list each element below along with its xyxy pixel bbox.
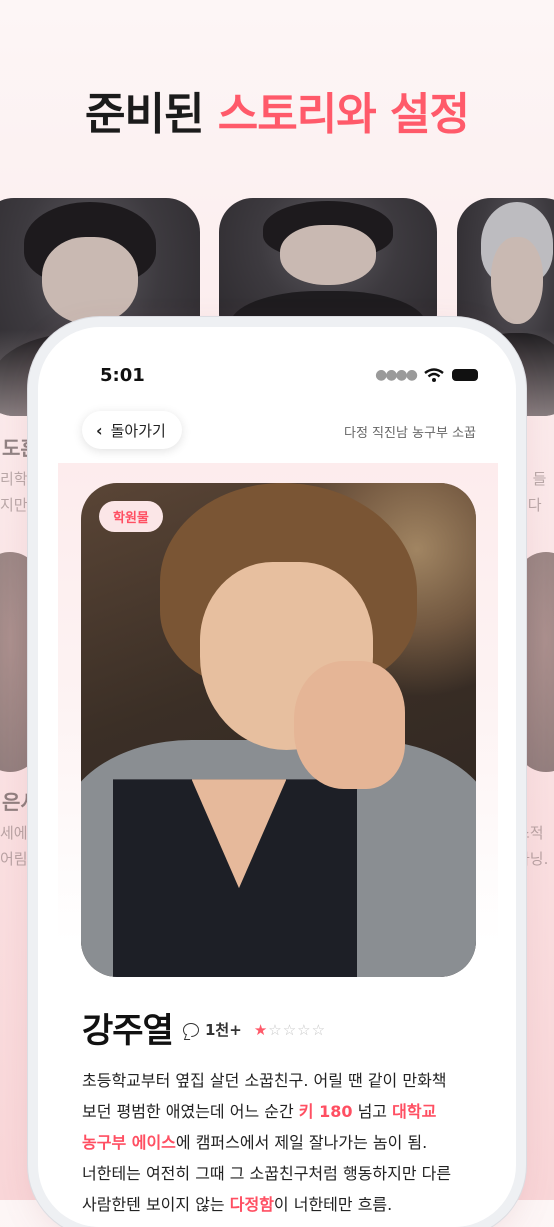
cell-signal-icon: ●●●● bbox=[375, 367, 418, 383]
desc-part-2: 넘고 bbox=[352, 1102, 393, 1121]
character-tags: 다정 직진남 농구부 소꿉 bbox=[344, 426, 476, 441]
right-card2-line-1: 소적 bbox=[516, 824, 544, 842]
back-label: 돌아가기 bbox=[110, 421, 166, 440]
back-button[interactable]: ‹ 돌아가기 bbox=[82, 411, 182, 449]
character-description: 초등학교부터 옆집 살던 소꿉친구. 어릴 땐 같이 만화책 보던 평범한 애였… bbox=[82, 1065, 477, 1220]
chevron-left-icon: ‹ bbox=[96, 420, 103, 440]
left-card-line-1: 리학교 bbox=[0, 470, 42, 488]
phone-mockup: 5:01 ●●●● ‹ 돌아가기 다정 직진남 농구부 소꿉 학원물 강주열 1… bbox=[38, 327, 516, 1227]
status-time: 5:01 bbox=[100, 365, 145, 386]
status-icons: ●●●● bbox=[375, 367, 478, 383]
chat-count: 1천+ bbox=[205, 1021, 242, 1039]
character-name: 강주열 bbox=[82, 1011, 174, 1051]
right-card-line-2: 체다 bbox=[514, 496, 542, 514]
character-portrait: 학원물 bbox=[81, 483, 476, 977]
right-card-line-1: 로 들 bbox=[514, 470, 547, 488]
page-headline: 준비된 스토리와 설정 bbox=[0, 78, 554, 142]
left-card2-line-1: 세에서 bbox=[0, 824, 42, 842]
star-empty-icon: ☆☆☆☆ bbox=[268, 1020, 327, 1039]
desc-highlight-height: 키 180 bbox=[298, 1102, 353, 1121]
wifi-icon bbox=[424, 368, 444, 382]
right-card2-line-2: 타닝. bbox=[516, 850, 549, 868]
headline-prefix: 준비된 bbox=[85, 89, 204, 140]
rating-stars: ★☆☆☆☆ bbox=[254, 1021, 326, 1039]
genre-badge: 학원물 bbox=[99, 501, 163, 532]
star-filled-icon: ★ bbox=[253, 1020, 269, 1039]
bg-character-card-right-2[interactable] bbox=[516, 552, 554, 772]
battery-icon bbox=[452, 369, 478, 381]
left-card-name-2: 은서 bbox=[2, 790, 39, 814]
bg-character-card-left-2[interactable] bbox=[0, 552, 40, 772]
desc-part-4: 이 너한테만 흐름. bbox=[273, 1195, 393, 1214]
left-card-line-2: 지만 A bbox=[0, 496, 43, 514]
bg-character-card-center[interactable] bbox=[219, 198, 437, 348]
left-card2-line-2: 어림. bbox=[0, 850, 33, 868]
left-card-name: 도훈 bbox=[2, 436, 39, 460]
chat-bubble-icon bbox=[183, 1022, 199, 1037]
headline-accent: 스토리와 설정 bbox=[217, 89, 470, 140]
desc-highlight-trait: 다정함 bbox=[229, 1195, 274, 1214]
character-meta: 1천+ ★☆☆☆☆ bbox=[183, 1019, 326, 1040]
